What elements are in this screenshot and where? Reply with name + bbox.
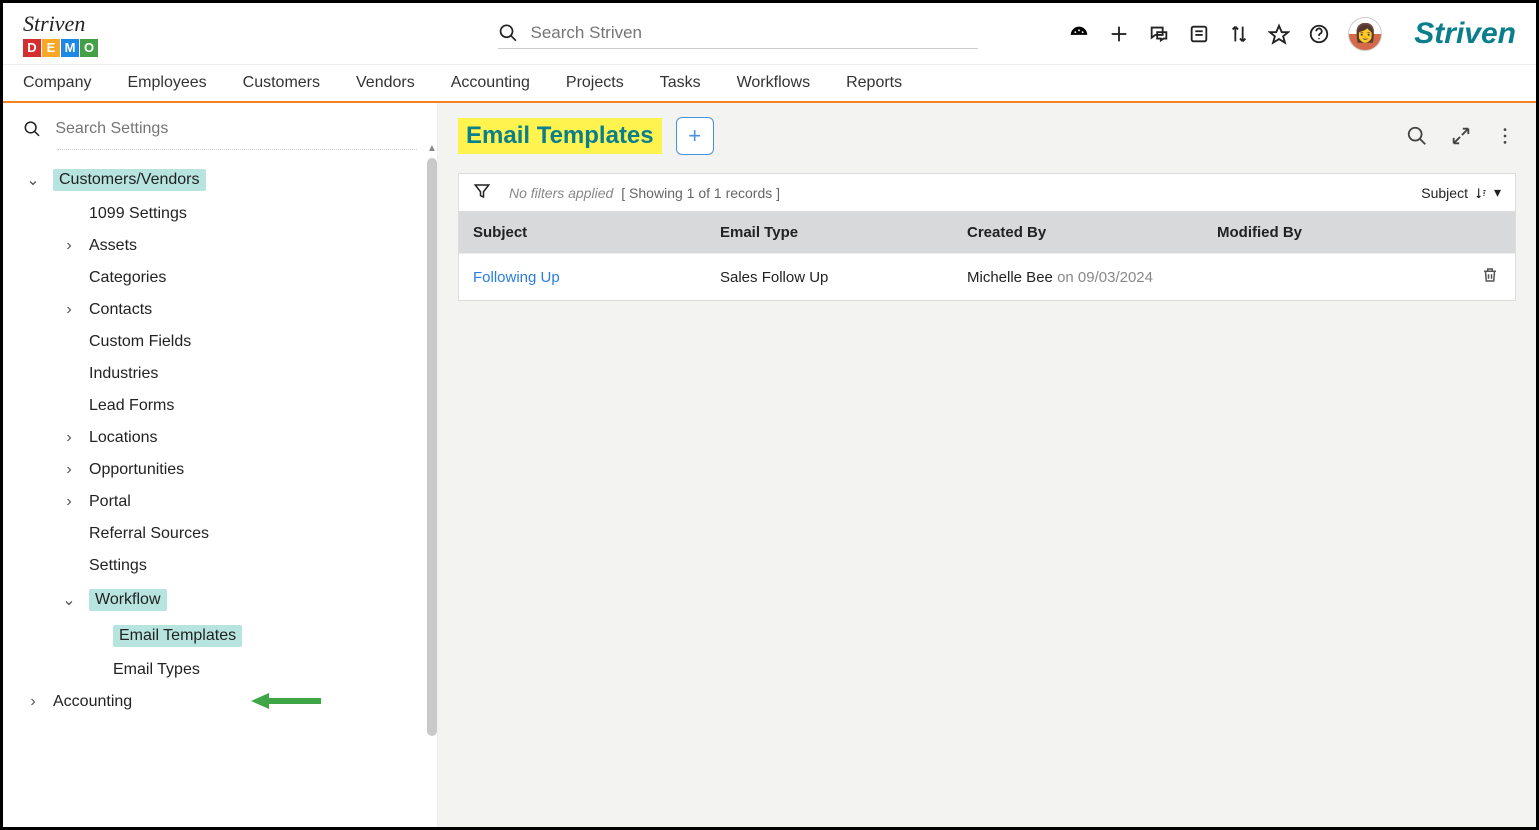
tree-portal[interactable]: ›Portal — [61, 486, 437, 518]
star-icon[interactable] — [1268, 23, 1290, 45]
tree-accounting[interactable]: › Accounting — [25, 686, 437, 718]
tree-assets[interactable]: ›Assets — [61, 230, 437, 262]
brand-logo[interactable]: Striven — [1414, 17, 1516, 51]
chevron-down-icon: ▾ — [1494, 184, 1501, 201]
chevron-down-icon: ⌄ — [25, 170, 41, 190]
transfer-icon[interactable] — [1228, 23, 1250, 45]
sort-dropdown[interactable]: Subject ▾ — [1421, 184, 1501, 201]
tree-locations[interactable]: ›Locations — [61, 422, 437, 454]
sort-icon — [1474, 186, 1488, 200]
tree-custom-fields[interactable]: Custom Fields — [61, 326, 437, 358]
search-icon[interactable] — [1406, 125, 1428, 147]
no-filters-label: No filters applied — [509, 185, 613, 201]
cell-created: Michelle Bee on 09/03/2024 — [953, 257, 1203, 298]
tree-settings[interactable]: Settings — [61, 550, 437, 582]
tree-email-types[interactable]: Email Types — [85, 654, 437, 686]
filter-bar: No filters applied [ Showing 1 of 1 reco… — [458, 173, 1516, 212]
tree-1099[interactable]: 1099 Settings — [61, 198, 437, 230]
nav-company[interactable]: Company — [23, 74, 91, 92]
nav-reports[interactable]: Reports — [846, 74, 902, 92]
add-icon[interactable] — [1108, 23, 1130, 45]
scroll-up-icon[interactable]: ▲ — [427, 143, 437, 153]
logo-script: Striven — [23, 11, 85, 37]
more-icon[interactable] — [1494, 125, 1516, 147]
cell-type: Sales Follow Up — [706, 257, 953, 298]
nav-accounting[interactable]: Accounting — [451, 74, 530, 92]
global-search[interactable] — [498, 18, 978, 49]
tree-email-templates[interactable]: Email Templates — [85, 618, 437, 654]
news-icon[interactable] — [1188, 23, 1210, 45]
filter-icon[interactable] — [473, 182, 491, 203]
page-title: Email Templates — [458, 118, 662, 154]
tree-industries[interactable]: Industries — [61, 358, 437, 390]
chevron-right-icon: › — [61, 237, 77, 255]
table-row: Following Up Sales Follow Up Michelle Be… — [459, 253, 1515, 300]
main-content: Email Templates + No filters applied [ S… — [438, 103, 1536, 827]
tree-categories[interactable]: Categories — [61, 262, 437, 294]
cell-modified — [1203, 265, 1465, 289]
chevron-right-icon: › — [61, 429, 77, 447]
th-subject[interactable]: Subject — [459, 212, 706, 253]
search-icon — [23, 119, 41, 139]
sidebar-search[interactable] — [3, 115, 437, 149]
tree-workflow[interactable]: ⌄ Workflow — [61, 582, 437, 618]
sidebar-search-input[interactable] — [55, 120, 417, 138]
logo-demo: D E M O — [23, 39, 98, 57]
tree-contacts[interactable]: ›Contacts — [61, 294, 437, 326]
tree-opportunities[interactable]: ›Opportunities — [61, 454, 437, 486]
nav-tasks[interactable]: Tasks — [660, 74, 701, 92]
chevron-right-icon: › — [61, 493, 77, 511]
tree-customers-vendors[interactable]: ⌄ Customers/Vendors — [25, 162, 437, 198]
templates-table: Subject Email Type Created By Modified B… — [458, 212, 1516, 301]
nav-vendors[interactable]: Vendors — [356, 74, 415, 92]
tree-referral-sources[interactable]: Referral Sources — [61, 518, 437, 550]
record-count: [ Showing 1 of 1 records ] — [621, 185, 780, 201]
tree-label: Workflow — [89, 589, 167, 611]
th-modified-by[interactable]: Modified By — [1203, 212, 1465, 253]
th-email-type[interactable]: Email Type — [706, 212, 953, 253]
help-icon[interactable] — [1308, 23, 1330, 45]
main-nav: Company Employees Customers Vendors Acco… — [3, 65, 1536, 103]
th-created-by[interactable]: Created By — [953, 212, 1203, 253]
add-template-button[interactable]: + — [676, 117, 714, 155]
nav-employees[interactable]: Employees — [127, 74, 206, 92]
expand-icon[interactable] — [1450, 125, 1472, 147]
scrollbar-thumb[interactable] — [427, 158, 437, 736]
nav-projects[interactable]: Projects — [566, 74, 624, 92]
global-search-input[interactable] — [531, 23, 978, 43]
settings-sidebar: ⌄ Customers/Vendors 1099 Settings ›Asset… — [3, 103, 438, 827]
chat-icon[interactable] — [1148, 23, 1170, 45]
logo[interactable]: Striven D E M O — [23, 11, 98, 57]
header-icons: 👩 Striven — [1068, 17, 1516, 51]
search-icon — [498, 22, 519, 44]
tree-label: Customers/Vendors — [53, 169, 206, 191]
user-avatar[interactable]: 👩 — [1348, 17, 1382, 51]
delete-button[interactable] — [1481, 271, 1499, 288]
table-header: Subject Email Type Created By Modified B… — [459, 212, 1515, 253]
chevron-right-icon: › — [25, 693, 41, 711]
nav-workflows[interactable]: Workflows — [737, 74, 811, 92]
app-header: Striven D E M O 👩 Striven — [3, 3, 1536, 65]
chevron-down-icon: ⌄ — [61, 590, 77, 610]
template-link[interactable]: Following Up — [473, 269, 560, 286]
chevron-right-icon: › — [61, 461, 77, 479]
chevron-right-icon: › — [61, 301, 77, 319]
annotation-arrow-icon — [251, 689, 321, 713]
tree-lead-forms[interactable]: Lead Forms — [61, 390, 437, 422]
dashboard-icon[interactable] — [1068, 23, 1090, 45]
settings-tree: ⌄ Customers/Vendors 1099 Settings ›Asset… — [3, 162, 437, 718]
nav-customers[interactable]: Customers — [243, 74, 320, 92]
